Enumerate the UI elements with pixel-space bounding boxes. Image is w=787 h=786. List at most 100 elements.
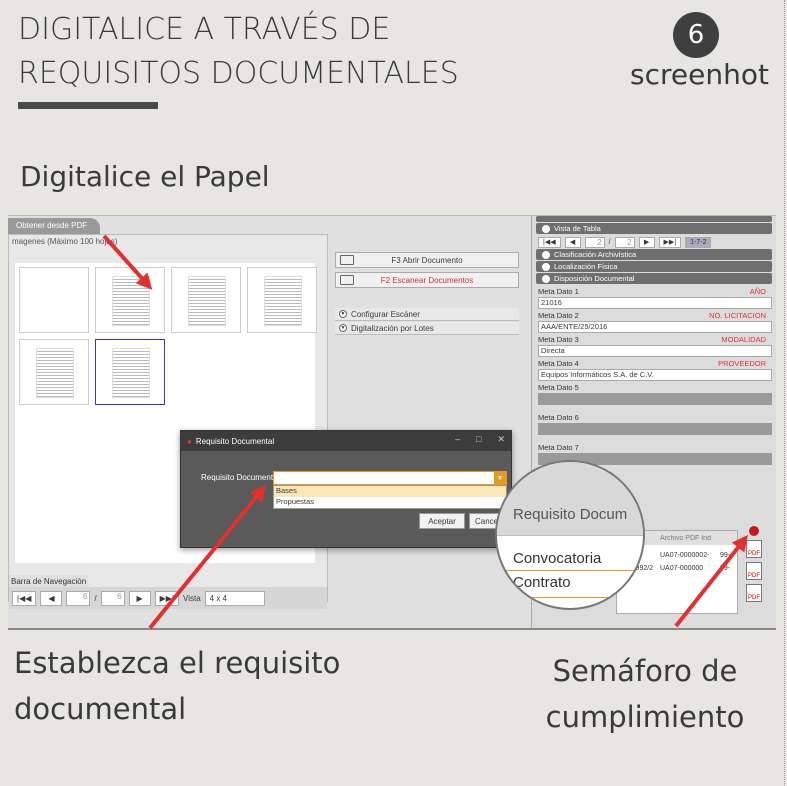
section-label: Disposición Documental	[554, 274, 635, 283]
requisito-dialog: ● Requisito Documental – □ ✕ Requisito D…	[180, 430, 513, 548]
close-icon[interactable]: ✕	[497, 434, 505, 445]
last-page-button[interactable]: ▶▶|	[658, 236, 682, 248]
section-disposicion[interactable]: Disposición Documental	[536, 273, 772, 284]
pdf-icon[interactable]: PDF	[746, 540, 762, 558]
prev-page-button[interactable]: ◀	[564, 236, 581, 248]
page-separator: /	[94, 593, 97, 603]
meta-name: Meta Dato 4	[538, 359, 579, 368]
meta-tag: AÑO	[749, 287, 766, 296]
first-page-button[interactable]: |◀◀	[538, 236, 561, 248]
meta-tag: PROVEEDOR	[718, 359, 766, 368]
caption-left-line-1: Establezca el requisito	[14, 646, 341, 680]
meta-label: Meta Dato 1 AÑO	[532, 285, 776, 297]
requisito-label: Requisito Documental	[201, 473, 280, 482]
meta-field-empty[interactable]	[538, 423, 772, 435]
thumbnail-selected[interactable]	[95, 339, 165, 405]
pdf-icon[interactable]: PDF	[746, 562, 762, 580]
section-label: Localización Física	[554, 262, 618, 271]
first-page-button[interactable]: |◀◀	[12, 590, 37, 606]
app-icon: ●	[187, 436, 192, 446]
option-bases[interactable]: Bases	[274, 486, 506, 497]
zoom-option-contrato[interactable]: Contrato	[513, 574, 571, 591]
meta-name: Meta Dato 2	[538, 311, 579, 320]
thumbnail[interactable]	[19, 339, 89, 405]
meta-field[interactable]: AAA/ENTE/25/2016	[538, 321, 772, 333]
meta-name: Meta Dato 1	[538, 287, 579, 296]
folder-icon	[340, 255, 354, 265]
section-label: Vista de Tabla	[554, 224, 601, 233]
page-input[interactable]: 2	[584, 236, 605, 248]
meta-field[interactable]: Directa	[538, 345, 772, 357]
pdf-icon[interactable]: PDF	[746, 584, 762, 602]
prev-page-button[interactable]: ◀	[40, 590, 63, 606]
zoom-header: Requisito Docum	[497, 462, 643, 536]
chevron-down-icon	[542, 262, 550, 271]
table-cell: UA07-0000002-	[660, 552, 710, 559]
meta-name: Meta Dato 6	[538, 413, 579, 422]
section-clasificacion[interactable]: Clasificación Archivística	[536, 249, 772, 260]
zoom-magnifier: Requisito Docum Convocatoria Contrato	[495, 460, 645, 610]
thumbnail[interactable]	[19, 267, 89, 333]
semaforo-icon	[749, 526, 759, 536]
title-underline	[18, 102, 158, 109]
thumbnail[interactable]	[247, 267, 317, 333]
caption-left: Establezca el requisito documental	[14, 640, 340, 732]
page-preview	[264, 276, 302, 326]
zoom-option-convocatoria[interactable]: Convocatoria	[513, 550, 601, 567]
table-cell: UA07-000000	[660, 565, 704, 572]
meta-label: Meta Dato 7	[532, 441, 776, 453]
caption-left-line-2: documental	[14, 692, 187, 726]
chevron-down-icon: ▼	[339, 310, 347, 318]
page-title: DIGITALICE A TRAVÉS DE REQUISITOS DOCUME…	[18, 8, 459, 96]
images-panel-title: magenes (Máximo 100 hojas)	[12, 237, 118, 246]
minimize-icon[interactable]: –	[455, 434, 460, 445]
collapsed-section[interactable]	[536, 216, 772, 222]
meta-label: Meta Dato 4 PROVEEDOR	[532, 357, 776, 369]
navigation-bar: |◀◀ ◀ 6 / 6 ▶ ▶▶| Vista 4 x 4	[9, 587, 327, 609]
section-vista-tabla[interactable]: Vista de Tabla	[536, 223, 772, 234]
maximize-icon[interactable]: □	[476, 434, 481, 445]
chevron-down-icon	[542, 224, 550, 233]
total-pages: 2	[614, 236, 635, 248]
config-scanner-section[interactable]: ▼ Configurar Escáner	[335, 308, 519, 321]
table-navigation: |◀◀ ◀ 2 / 2 ▶ ▶▶| 1-7-2	[532, 235, 776, 249]
meta-field[interactable]: 21016	[538, 297, 772, 309]
section-localizacion[interactable]: Localización Física	[536, 261, 772, 272]
next-page-button[interactable]: ▶	[638, 236, 655, 248]
window-controls: – □ ✕	[455, 434, 505, 445]
last-page-button[interactable]: ▶▶|	[154, 590, 180, 606]
batch-digitization-label: Digitalización por Lotes	[351, 323, 434, 333]
range-indicator: 1-7-2	[685, 236, 712, 248]
total-pages: 6	[100, 590, 125, 606]
meta-tag: MODALIDAD	[721, 335, 766, 344]
meta-label: Meta Dato 6	[532, 411, 776, 423]
meta-field[interactable]: Equipos Informáticos S.A. de C.V.	[538, 369, 772, 381]
meta-label: Meta Dato 5	[532, 381, 776, 393]
thumbnail[interactable]	[95, 267, 165, 333]
requisito-options: Bases Propuestas	[273, 485, 507, 509]
page-preview	[112, 276, 150, 326]
batch-digitization-section[interactable]: ▼ Digitalización por Lotes	[335, 322, 519, 335]
page-separator: /	[608, 238, 611, 246]
meta-field-empty[interactable]	[538, 393, 772, 405]
open-document-button[interactable]: F3 Abrir Documento	[335, 252, 519, 268]
title-line-1: DIGITALICE A TRAVÉS DE	[18, 12, 391, 47]
column-header: Archivo PDF Ind	[660, 534, 711, 542]
scanner-icon	[340, 275, 354, 285]
thumbnail[interactable]	[171, 267, 241, 333]
tab-obtener-pdf[interactable]: Obtener desde PDF	[8, 218, 100, 234]
scan-documents-button[interactable]: F2 Escanear Documentos	[335, 272, 519, 288]
requisito-select[interactable]: ▼	[273, 471, 507, 485]
meta-tag: NO. LICITACION	[709, 311, 766, 320]
next-page-button[interactable]: ▶	[128, 590, 151, 606]
view-label: Vista	[183, 593, 201, 603]
accept-button[interactable]: Aceptar	[419, 513, 465, 529]
view-select[interactable]: 4 x 4	[204, 590, 265, 606]
open-document-label: F3 Abrir Documento	[391, 255, 463, 265]
page-preview	[188, 276, 226, 326]
option-propuestas[interactable]: Propuestas	[274, 497, 506, 508]
config-scanner-label: Configurar Escáner	[351, 309, 420, 319]
meta-name: Meta Dato 7	[538, 443, 579, 452]
page-input[interactable]: 6	[66, 590, 91, 606]
chevron-down-icon	[542, 250, 550, 259]
